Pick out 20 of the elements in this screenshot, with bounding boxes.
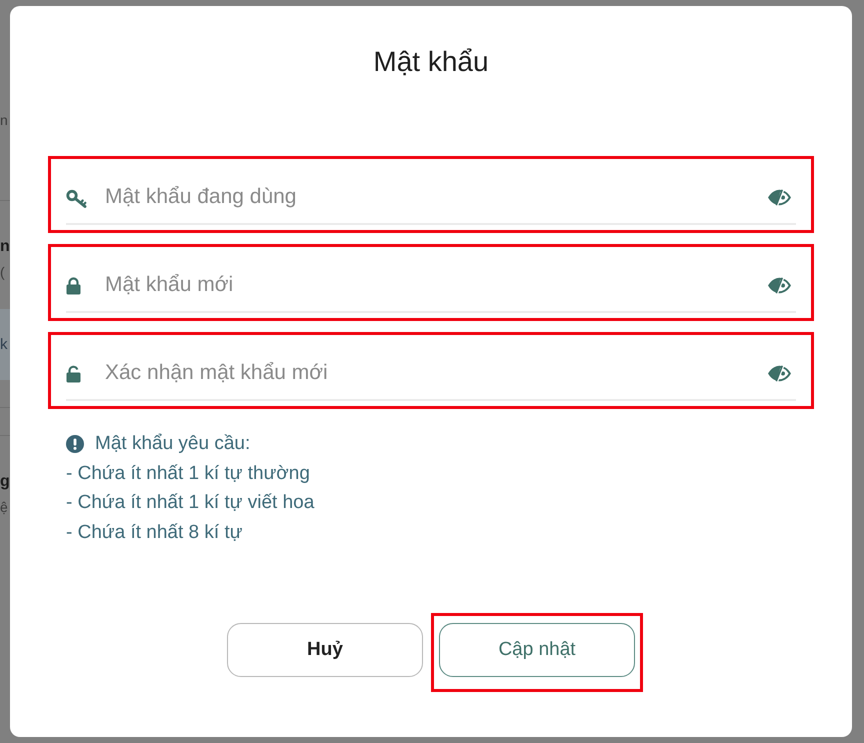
eye-slash-icon[interactable] [768,189,791,206]
lock-icon [66,277,81,295]
requirement-item: - Chứa ít nhất 1 kí tự thường [66,462,310,486]
background-text: g [0,472,10,492]
dialog-title: Mật khẩu [373,45,489,79]
update-button[interactable]: Cập nhật [439,623,635,677]
background-text: ( [0,264,5,280]
background-text: k [0,334,8,354]
background-text: ệ [0,499,8,515]
background-text: n [0,112,8,128]
background-text: n [0,237,10,257]
requirement-item: - Chứa ít nhất 8 kí tự [66,520,242,544]
exclamation-circle-icon [66,434,84,453]
eye-slash-icon[interactable] [768,365,791,382]
requirements-title: Mật khẩu yêu cầu: [95,432,250,456]
requirement-item: - Chứa ít nhất 1 kí tự viết hoa [66,491,314,515]
unlocked-padlock-icon [66,365,81,383]
cancel-button[interactable]: Huỷ [227,623,423,677]
key-icon [66,189,87,208]
eye-slash-icon[interactable] [768,277,791,294]
